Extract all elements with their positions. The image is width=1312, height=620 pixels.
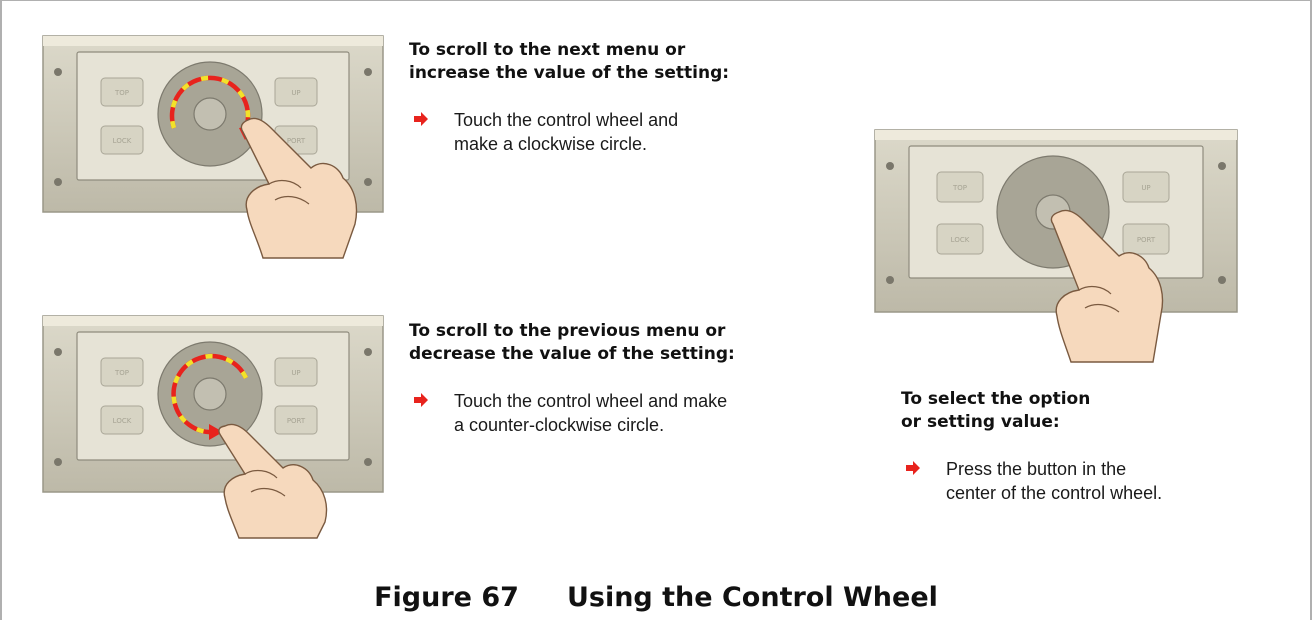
top-button-label: TOP bbox=[114, 89, 129, 97]
center-button[interactable] bbox=[193, 97, 227, 131]
figure-title: Using the Control Wheel bbox=[566, 582, 938, 613]
panel-clockwise-illustration: TOP LOCK UP PORT bbox=[42, 28, 384, 259]
screw-icon bbox=[364, 348, 372, 356]
up-button-label: UP bbox=[291, 369, 300, 377]
screw-icon bbox=[886, 162, 894, 170]
panel-counter-clockwise-illustration: TOP LOCK UP PORT bbox=[42, 308, 384, 539]
screw-icon bbox=[54, 458, 62, 466]
bullet-arrow-icon bbox=[414, 112, 428, 126]
port-button-label: PORT bbox=[287, 137, 306, 145]
lock-button-label: LOCK bbox=[951, 236, 970, 244]
center-button[interactable] bbox=[193, 377, 227, 411]
figure-number: Figure 67 bbox=[374, 582, 519, 613]
bullet-arrow-icon bbox=[906, 461, 920, 475]
screw-icon bbox=[54, 178, 62, 186]
screw-icon bbox=[364, 68, 372, 76]
bullet-arrow-icon bbox=[414, 393, 428, 407]
screw-icon bbox=[54, 68, 62, 76]
screw-icon bbox=[886, 276, 894, 284]
panel-press-illustration: TOP LOCK UP PORT bbox=[874, 122, 1238, 363]
screw-icon bbox=[1218, 162, 1226, 170]
lock-button-label: LOCK bbox=[113, 417, 132, 425]
lock-button-label: LOCK bbox=[113, 137, 132, 145]
figure-caption: Figure 67 Using the Control Wheel bbox=[0, 582, 1312, 613]
port-button-label: PORT bbox=[1137, 236, 1156, 244]
counter-clockwise-bullet: Touch the control wheel and make a count… bbox=[414, 389, 727, 437]
select-bullet: Press the button in the center of the co… bbox=[906, 457, 1162, 505]
select-heading: To select the option or setting value: bbox=[901, 389, 1091, 432]
counter-clockwise-heading: To scroll to the previous menu or decrea… bbox=[409, 321, 735, 364]
screw-icon bbox=[1218, 276, 1226, 284]
top-button-label: TOP bbox=[114, 369, 129, 377]
counter-clockwise-bullet-text: Touch the control wheel and make a count… bbox=[454, 391, 728, 435]
screw-icon bbox=[54, 348, 62, 356]
clockwise-bullet-text: Touch the control wheel and make a clock… bbox=[454, 110, 679, 154]
clockwise-bullet: Touch the control wheel and make a clock… bbox=[414, 108, 678, 156]
screw-icon bbox=[364, 458, 372, 466]
port-button-label: PORT bbox=[287, 417, 306, 425]
top-button-label: TOP bbox=[952, 184, 967, 192]
up-button-label: UP bbox=[291, 89, 300, 97]
select-bullet-text: Press the button in the center of the co… bbox=[946, 459, 1163, 503]
up-button-label: UP bbox=[1141, 184, 1150, 192]
clockwise-heading: To scroll to the next menu or increase t… bbox=[409, 40, 730, 83]
screw-icon bbox=[364, 178, 372, 186]
